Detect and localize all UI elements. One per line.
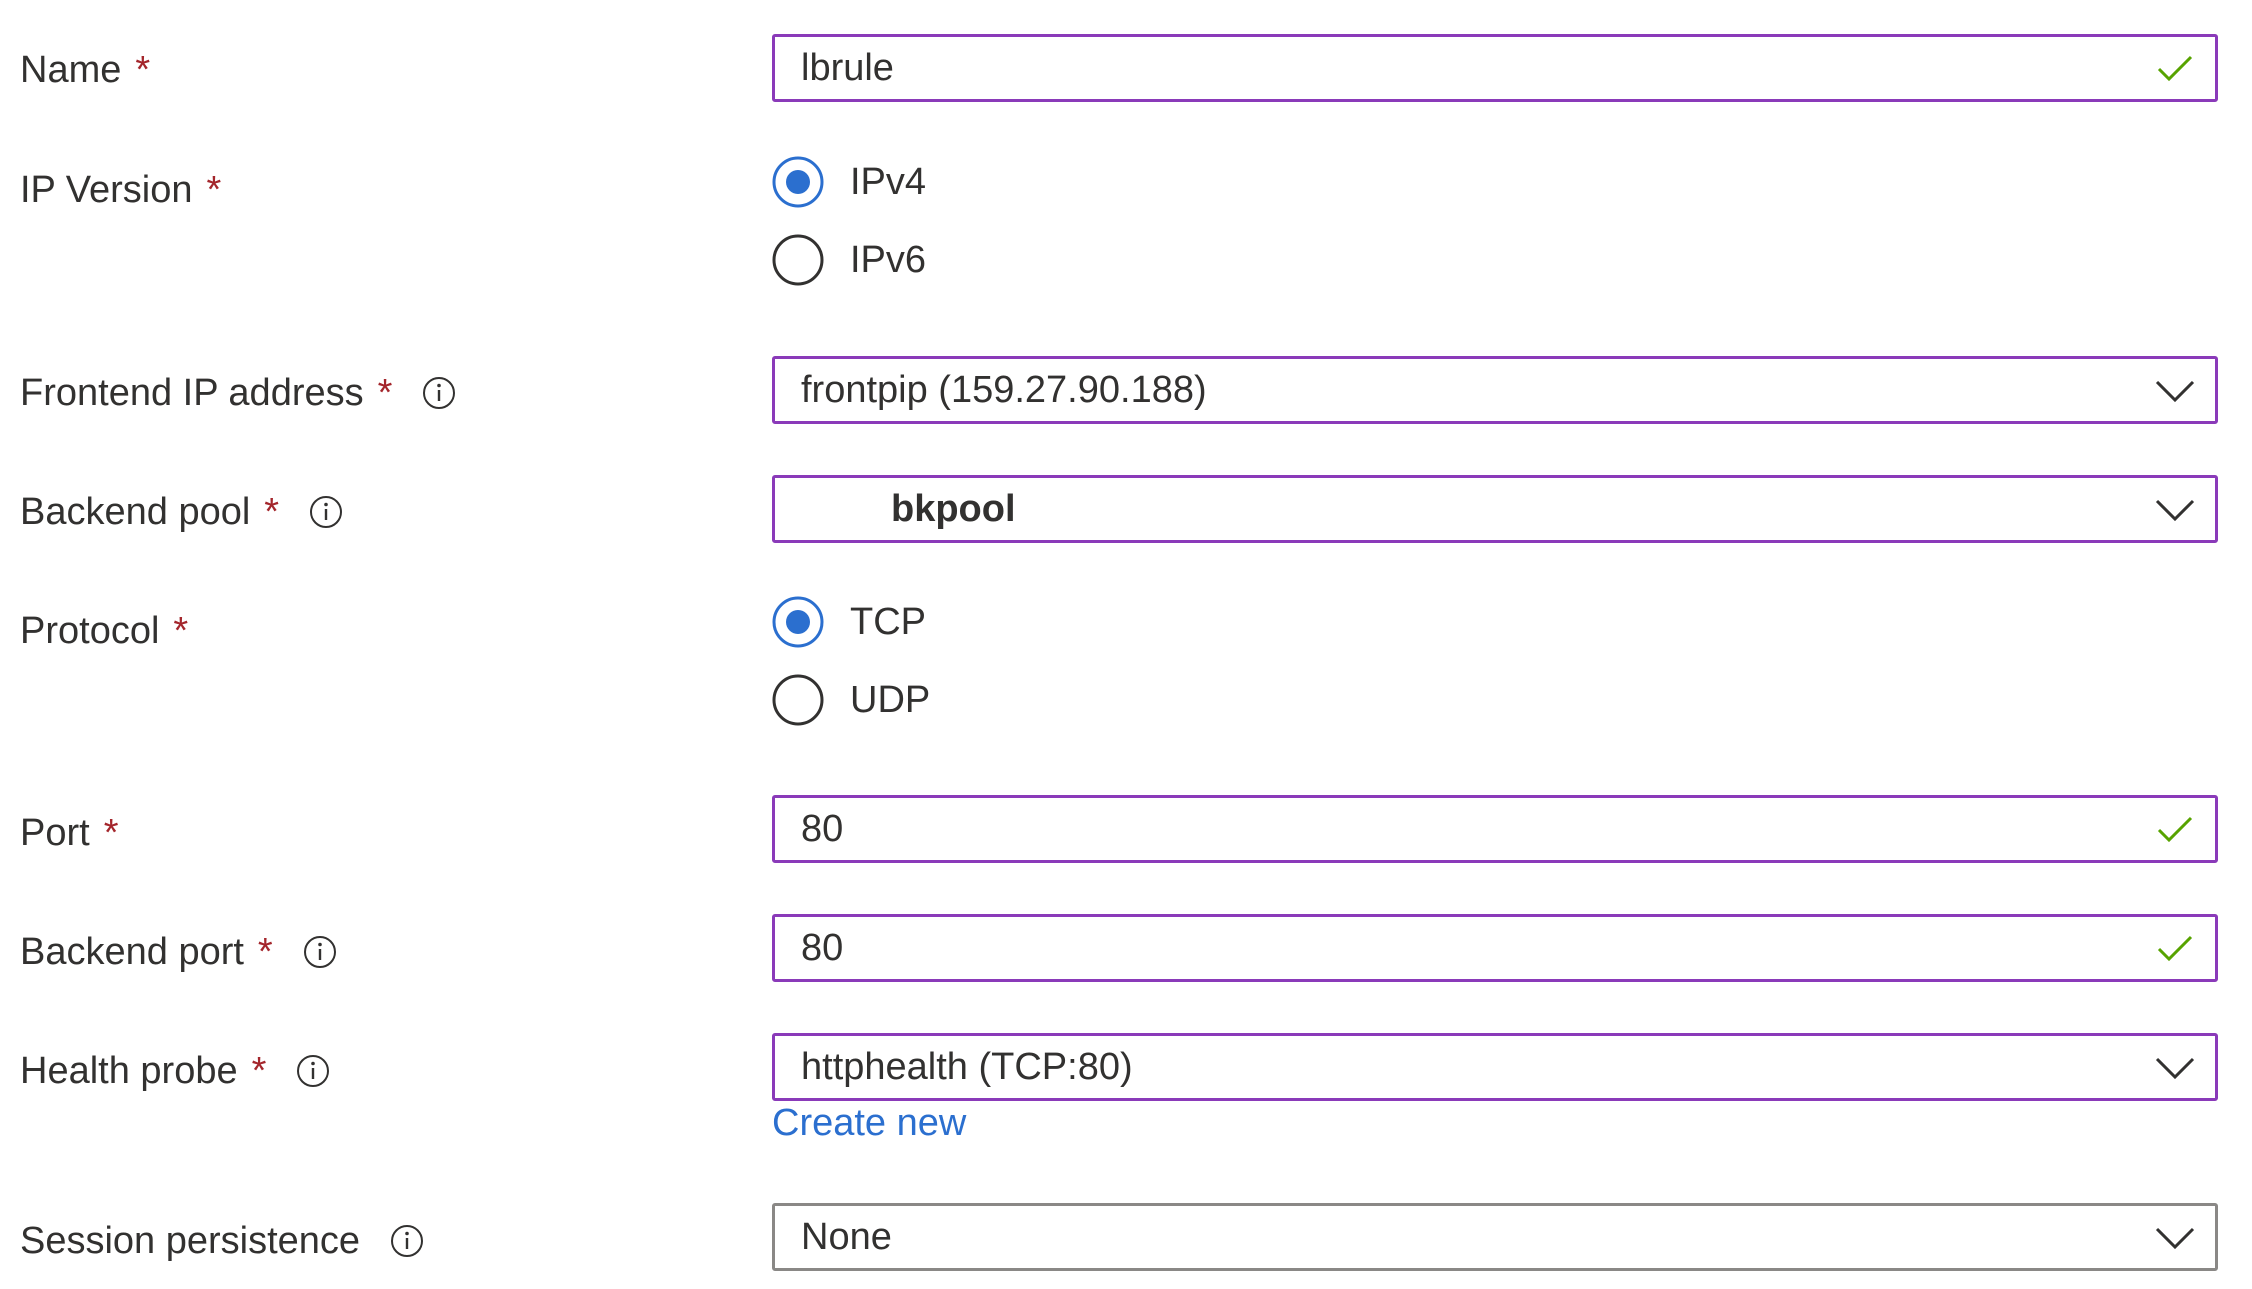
chevron-down-icon[interactable] bbox=[2155, 1047, 2195, 1087]
health-probe-label: Health probe * bbox=[20, 1043, 330, 1099]
backend-pool-dropdown[interactable]: bkpool bbox=[772, 475, 2218, 543]
create-new-link[interactable]: Create new bbox=[772, 1102, 966, 1145]
session-persistence-label-text: Session persistence bbox=[20, 1219, 361, 1262]
check-icon bbox=[2157, 55, 2193, 82]
session-persistence-label: Session persistence bbox=[20, 1213, 424, 1269]
name-label-text: Name bbox=[20, 48, 122, 91]
radio-tcp-label: TCP bbox=[850, 600, 926, 643]
health-probe-label-text: Health probe bbox=[20, 1049, 238, 1092]
session-persistence-value: None bbox=[801, 1215, 892, 1258]
name-label: Name * bbox=[20, 42, 150, 98]
frontend-ip-required-mark: * bbox=[377, 371, 393, 414]
check-icon bbox=[2157, 816, 2193, 843]
port-required-mark: * bbox=[103, 811, 119, 854]
radio-ipv6[interactable]: IPv6 bbox=[772, 230, 926, 290]
protocol-label-text: Protocol bbox=[20, 609, 160, 652]
radio-ipv4[interactable]: IPv4 bbox=[772, 152, 926, 212]
health-probe-value: httphealth (TCP:80) bbox=[801, 1045, 1133, 1088]
frontend-ip-dropdown[interactable]: frontpip (159.27.90.188) bbox=[772, 356, 2218, 424]
port-label: Port * bbox=[20, 805, 119, 861]
chevron-down-icon[interactable] bbox=[2155, 489, 2195, 529]
info-icon[interactable] bbox=[296, 1054, 330, 1088]
ip-version-label: IP Version * bbox=[20, 162, 221, 218]
check-icon bbox=[2157, 935, 2193, 962]
health-probe-required-mark: * bbox=[251, 1049, 267, 1092]
info-icon[interactable] bbox=[309, 495, 343, 529]
info-icon[interactable] bbox=[303, 935, 337, 969]
port-input[interactable]: 80 bbox=[772, 795, 2218, 863]
protocol-label: Protocol * bbox=[20, 603, 188, 659]
backend-port-input-value: 80 bbox=[801, 926, 844, 969]
radio-tcp[interactable]: TCP bbox=[772, 592, 926, 652]
chevron-down-icon[interactable] bbox=[2155, 370, 2195, 410]
info-icon[interactable] bbox=[390, 1224, 424, 1258]
name-required-mark: * bbox=[135, 48, 151, 91]
ip-version-label-text: IP Version bbox=[20, 168, 193, 211]
name-input[interactable]: lbrule bbox=[772, 34, 2218, 102]
radio-unselected-icon[interactable] bbox=[772, 674, 824, 726]
radio-unselected-icon[interactable] bbox=[772, 234, 824, 286]
radio-udp[interactable]: UDP bbox=[772, 670, 930, 730]
radio-udp-label: UDP bbox=[850, 678, 931, 721]
health-probe-dropdown[interactable]: httphealth (TCP:80) bbox=[772, 1033, 2218, 1101]
radio-ipv4-label: IPv4 bbox=[850, 160, 927, 203]
backend-port-label-text: Backend port bbox=[20, 930, 244, 973]
radio-selected-icon[interactable] bbox=[772, 156, 824, 208]
port-input-value: 80 bbox=[801, 807, 844, 850]
chevron-down-icon[interactable] bbox=[2155, 1217, 2195, 1257]
radio-selected-icon[interactable] bbox=[772, 596, 824, 648]
backend-pool-value: bkpool bbox=[891, 487, 1016, 530]
backend-port-required-mark: * bbox=[257, 930, 273, 973]
backend-port-input[interactable]: 80 bbox=[772, 914, 2218, 982]
backend-pool-label-text: Backend pool bbox=[20, 490, 251, 533]
backend-pool-label: Backend pool * bbox=[20, 484, 343, 540]
protocol-required-mark: * bbox=[173, 609, 189, 652]
backend-port-label: Backend port * bbox=[20, 924, 337, 980]
frontend-ip-label: Frontend IP address * bbox=[20, 365, 456, 421]
port-label-text: Port bbox=[20, 811, 90, 854]
backend-pool-required-mark: * bbox=[264, 490, 280, 533]
info-icon[interactable] bbox=[422, 376, 456, 410]
session-persistence-dropdown[interactable]: None bbox=[772, 1203, 2218, 1271]
ip-version-required-mark: * bbox=[206, 168, 222, 211]
name-input-value: lbrule bbox=[801, 46, 894, 89]
radio-ipv6-label: IPv6 bbox=[850, 238, 927, 281]
frontend-ip-value: frontpip (159.27.90.188) bbox=[801, 368, 1207, 411]
frontend-ip-label-text: Frontend IP address bbox=[20, 371, 364, 414]
